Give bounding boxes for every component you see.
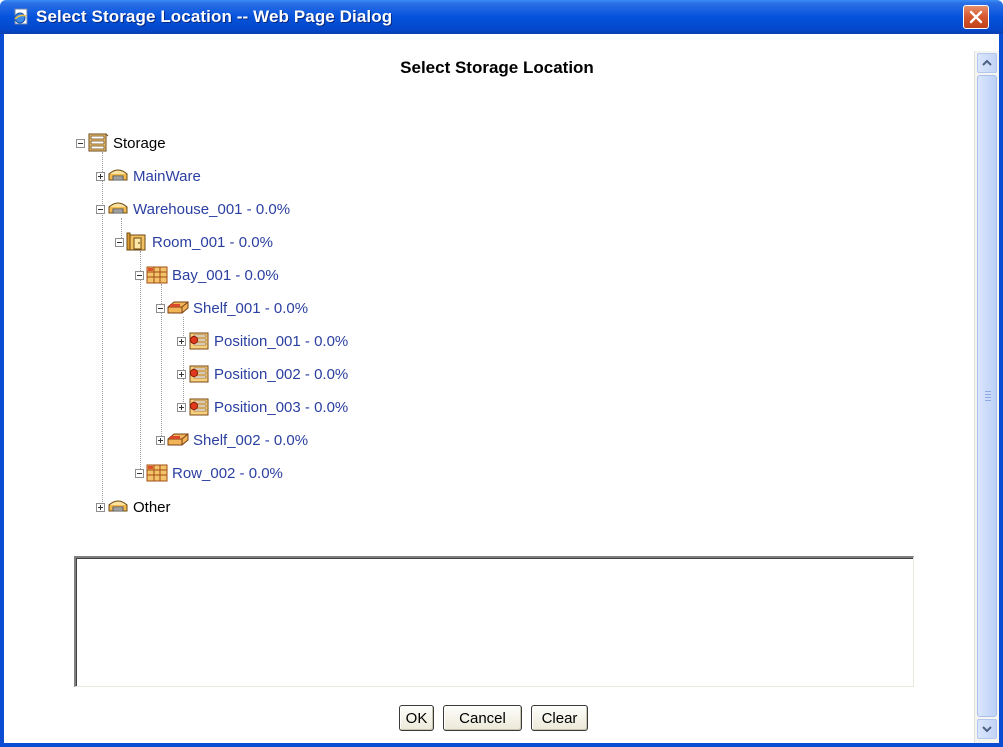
scroll-up-button[interactable] bbox=[977, 53, 997, 73]
tree-node-mainware[interactable]: MainWare bbox=[96, 165, 201, 187]
scroll-down-button[interactable] bbox=[977, 719, 997, 739]
close-button[interactable] bbox=[963, 5, 989, 29]
tree-node-row[interactable]: Row_002 - 0.0% bbox=[135, 462, 283, 484]
grip-line bbox=[985, 391, 991, 392]
notes-text bbox=[76, 558, 913, 686]
position-icon bbox=[188, 364, 210, 384]
expand-toggle[interactable] bbox=[177, 369, 186, 379]
warehouse-icon bbox=[107, 497, 129, 517]
expand-toggle[interactable] bbox=[177, 336, 186, 346]
expand-toggle[interactable] bbox=[156, 435, 165, 445]
expand-toggle[interactable] bbox=[96, 171, 105, 181]
tree-node-shelf-002[interactable]: Shelf_002 - 0.0% bbox=[156, 429, 308, 451]
page-heading: Select Storage Location bbox=[400, 58, 594, 77]
window-title: Select Storage Location -- Web Page Dial… bbox=[36, 7, 393, 26]
shelf-icon bbox=[167, 430, 189, 450]
close-icon bbox=[969, 10, 983, 24]
collapse-toggle[interactable] bbox=[135, 468, 144, 478]
tree-node-label[interactable]: Room_001 - 0.0% bbox=[152, 234, 273, 251]
tree-node-label[interactable]: Position_001 - 0.0% bbox=[214, 333, 348, 350]
expand-toggle[interactable] bbox=[96, 502, 105, 512]
tree-node-label[interactable]: Position_002 - 0.0% bbox=[214, 366, 348, 383]
grip-line bbox=[985, 394, 991, 395]
grip-line bbox=[985, 400, 991, 401]
window-frame-bottom bbox=[0, 743, 1003, 747]
chevron-up-icon bbox=[982, 59, 992, 66]
collapse-toggle[interactable] bbox=[76, 138, 85, 148]
tree-node-storage[interactable]: Storage bbox=[76, 132, 166, 154]
tree-node-room[interactable]: Room_001 - 0.0% bbox=[115, 231, 273, 253]
cancel-button[interactable]: Cancel bbox=[443, 705, 522, 731]
tree-node-warehouse[interactable]: Warehouse_001 - 0.0% bbox=[96, 198, 290, 220]
grip-line bbox=[985, 397, 991, 398]
chevron-down-icon bbox=[982, 726, 992, 733]
collapse-toggle[interactable] bbox=[96, 204, 105, 214]
tree-node-shelf-001[interactable]: Shelf_001 - 0.0% bbox=[156, 297, 308, 319]
position-icon bbox=[188, 397, 210, 417]
collapse-toggle[interactable] bbox=[115, 237, 124, 247]
tree-node-position-002[interactable]: Position_002 - 0.0% bbox=[177, 363, 348, 385]
notes-textarea[interactable] bbox=[74, 556, 914, 687]
bay-grid-icon bbox=[146, 463, 168, 483]
tree-node-position-001[interactable]: Position_001 - 0.0% bbox=[177, 330, 348, 352]
ok-button[interactable]: OK bbox=[399, 705, 434, 731]
tree-node-label[interactable]: Shelf_002 - 0.0% bbox=[193, 432, 308, 449]
tree-node-label[interactable]: Warehouse_001 - 0.0% bbox=[133, 201, 290, 218]
position-icon bbox=[188, 331, 210, 351]
tree-node-label[interactable]: Row_002 - 0.0% bbox=[172, 465, 283, 482]
collapse-toggle[interactable] bbox=[156, 303, 165, 313]
shelf-icon bbox=[167, 298, 189, 318]
ie-page-icon bbox=[14, 8, 28, 25]
tree-node-label[interactable]: Other bbox=[133, 499, 171, 516]
tree-node-label[interactable]: Storage bbox=[113, 135, 166, 152]
tree-node-label[interactable]: Bay_001 - 0.0% bbox=[172, 267, 279, 284]
collapse-toggle[interactable] bbox=[135, 270, 144, 280]
tree-node-other[interactable]: Other bbox=[96, 496, 171, 518]
tree-node-label[interactable]: Shelf_001 - 0.0% bbox=[193, 300, 308, 317]
scroll-thumb[interactable] bbox=[977, 75, 997, 717]
window-frame-right bbox=[999, 34, 1003, 747]
storage-rack-icon bbox=[87, 133, 109, 153]
title-bar[interactable]: Select Storage Location -- Web Page Dial… bbox=[0, 0, 1003, 34]
tree-node-position-003[interactable]: Position_003 - 0.0% bbox=[177, 396, 348, 418]
tree-node-label[interactable]: MainWare bbox=[133, 168, 201, 185]
room-door-icon bbox=[126, 232, 148, 252]
warehouse-icon bbox=[107, 199, 129, 219]
expand-toggle[interactable] bbox=[177, 402, 186, 412]
vertical-scrollbar[interactable] bbox=[974, 51, 999, 743]
tree-node-label[interactable]: Position_003 - 0.0% bbox=[214, 399, 348, 416]
bay-grid-icon bbox=[146, 265, 168, 285]
warehouse-icon bbox=[107, 166, 129, 186]
tree-node-bay[interactable]: Bay_001 - 0.0% bbox=[135, 264, 279, 286]
clear-button[interactable]: Clear bbox=[531, 705, 588, 731]
